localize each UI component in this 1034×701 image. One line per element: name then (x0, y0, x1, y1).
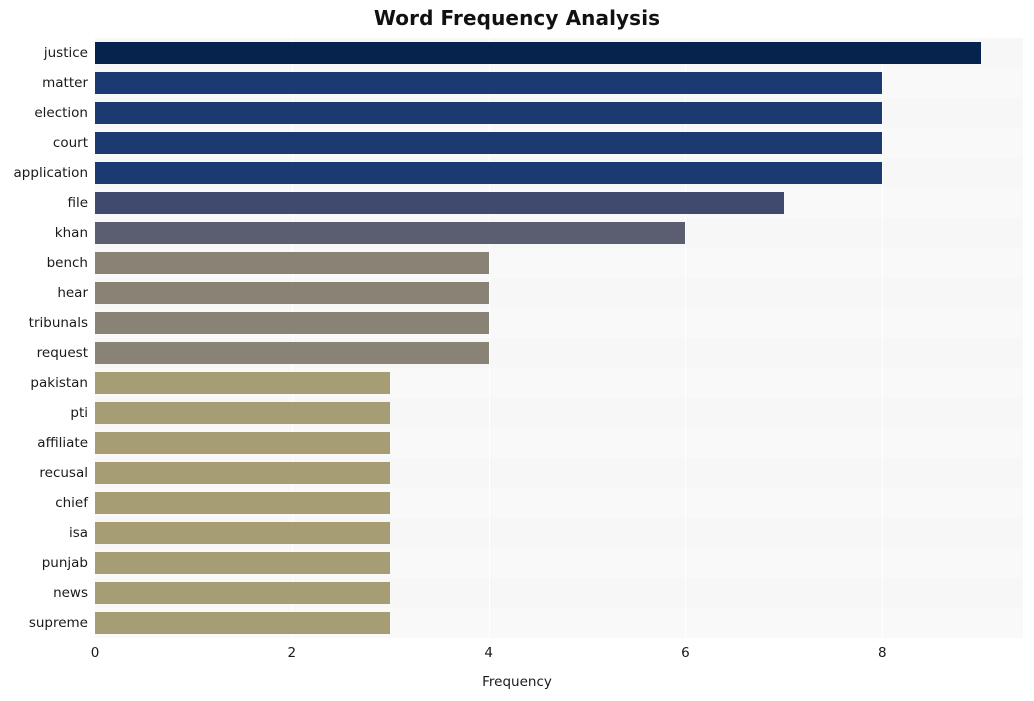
x-tick-label-0: 0 (90, 645, 100, 661)
bar-bench (95, 252, 489, 274)
bar-khan (95, 222, 686, 244)
y-tick-label-election: election (34, 105, 88, 121)
bar-election (95, 102, 883, 124)
gridline-x-2 (291, 38, 293, 638)
x-tick-label-4: 4 (484, 645, 493, 661)
bar-tribunals (95, 312, 489, 334)
y-tick-label-tribunals: tribunals (28, 315, 88, 331)
bar-news (95, 582, 391, 604)
y-tick-label-pakistan: pakistan (30, 375, 88, 391)
y-tick-label-request: request (36, 345, 88, 361)
bar-punjab (95, 552, 391, 574)
bar-justice (95, 42, 981, 64)
bar-isa (95, 522, 391, 544)
y-tick-label-supreme: supreme (28, 615, 88, 631)
y-tick-label-recusal: recusal (39, 465, 88, 481)
bar-affiliate (95, 432, 391, 454)
y-tick-label-court: court (52, 135, 88, 151)
gridline-x-8 (882, 38, 884, 638)
y-tick-label-justice: justice (43, 45, 88, 61)
y-axis-tick-labels: justice matter election court application fil… (0, 38, 88, 638)
bar-request (95, 342, 489, 364)
y-tick-label-news: news (53, 585, 88, 601)
bar-recusal (95, 462, 391, 484)
bar-matter (95, 72, 883, 94)
x-axis-title: Frequency (482, 674, 552, 690)
bar-chief (95, 492, 391, 514)
y-tick-label-hear: hear (57, 285, 88, 301)
gridline-x-4 (488, 38, 490, 638)
y-tick-label-file: file (67, 195, 88, 211)
x-tick-label-6: 6 (681, 645, 690, 661)
y-tick-label-affiliate: affiliate (37, 435, 88, 451)
bar-supreme (95, 612, 391, 634)
y-tick-label-bench: bench (46, 255, 88, 271)
y-tick-label-pti: pti (70, 405, 88, 421)
chart-figure: Word Frequency Analysis justice matter ele… (0, 0, 1034, 701)
x-axis-tick-labels: 0 2 4 6 8 (0, 645, 1034, 667)
y-tick-label-chief: chief (55, 495, 88, 511)
chart-title: Word Frequency Analysis (373, 6, 661, 30)
y-tick-label-application: application (13, 165, 88, 181)
y-tick-label-isa: isa (68, 525, 88, 541)
bar-file (95, 192, 784, 214)
bar-pakistan (95, 372, 391, 394)
bar-pti (95, 402, 391, 424)
y-tick-label-khan: khan (54, 225, 88, 241)
x-tick-label-2: 2 (287, 645, 297, 661)
bar-court (95, 132, 883, 154)
bar-application (95, 162, 883, 184)
bar-hear (95, 282, 489, 304)
gridline-x-6 (685, 38, 687, 638)
y-tick-label-punjab: punjab (41, 555, 88, 571)
plot-area (95, 38, 1023, 638)
y-tick-label-matter: matter (42, 75, 88, 91)
x-tick-label-8: 8 (877, 645, 887, 661)
